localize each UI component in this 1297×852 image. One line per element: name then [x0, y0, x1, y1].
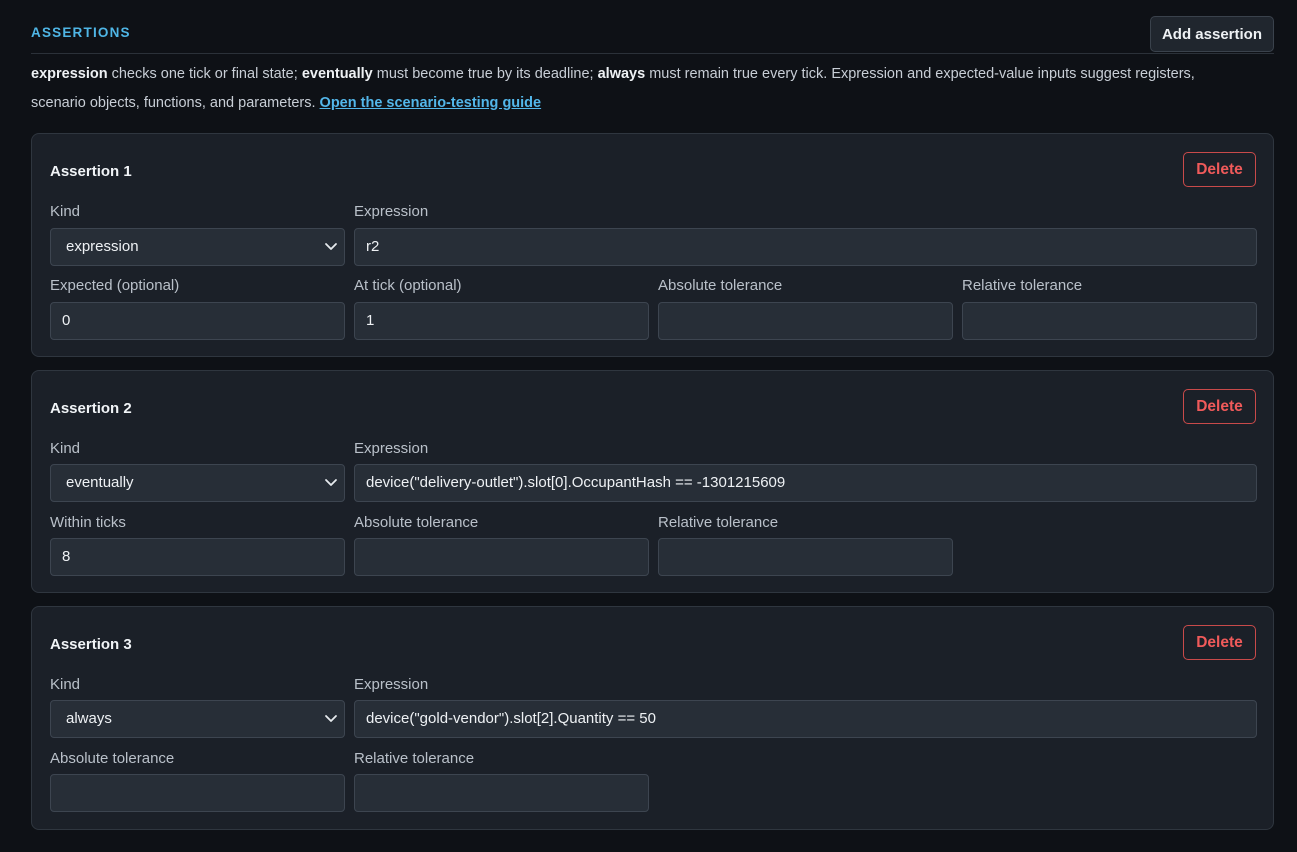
- at-tick-label: At tick (optional): [354, 277, 462, 294]
- absolute-tolerance-label: Absolute tolerance: [354, 514, 479, 531]
- expression-label: Expression: [354, 676, 429, 693]
- relative-tolerance-label: Relative tolerance: [354, 750, 475, 767]
- expression-input[interactable]: device("gold-vendor").slot[2].Quantity =…: [354, 700, 1257, 738]
- help-kind-always: always: [597, 66, 646, 82]
- section-header: ASSERTIONS Add assertion: [31, 16, 1274, 54]
- relative-tolerance-input[interactable]: [658, 538, 953, 576]
- within-ticks-label: Within ticks: [50, 514, 126, 531]
- help-kind-eventually: eventually: [301, 66, 373, 82]
- kind-value: expression: [66, 238, 139, 255]
- assertion-title: Assertion 2: [50, 400, 132, 417]
- delete-button[interactable]: Delete: [1183, 625, 1256, 660]
- help-text: expression checks one tick or final stat…: [31, 60, 1246, 117]
- help-kind-expression: expression: [31, 66, 108, 82]
- kind-select[interactable]: always: [50, 700, 345, 738]
- section-title: ASSERTIONS: [31, 25, 131, 40]
- kind-select[interactable]: expression: [50, 228, 345, 266]
- at-tick-input[interactable]: 1: [354, 302, 649, 340]
- relative-tolerance-label: Relative tolerance: [658, 514, 779, 531]
- relative-tolerance-label: Relative tolerance: [962, 277, 1083, 294]
- kind-select[interactable]: eventually: [50, 464, 345, 502]
- help-text-part: must become true by its deadline;: [372, 66, 598, 82]
- chevron-down-icon: [325, 479, 337, 486]
- chevron-down-icon: [325, 715, 337, 722]
- absolute-tolerance-input[interactable]: [354, 538, 649, 576]
- expression-label: Expression: [354, 203, 429, 220]
- kind-label: Kind: [50, 676, 81, 693]
- scenario-testing-guide-link[interactable]: Open the scenario-testing guide: [320, 95, 542, 111]
- add-assertion-button[interactable]: Add assertion: [1149, 16, 1274, 52]
- absolute-tolerance-input[interactable]: [50, 774, 345, 812]
- delete-button[interactable]: Delete: [1183, 152, 1256, 187]
- kind-value: eventually: [66, 474, 134, 491]
- absolute-tolerance-label: Absolute tolerance: [50, 750, 175, 767]
- assertions-panel: ASSERTIONS Add assertion expression chec…: [0, 0, 1297, 852]
- expression-label: Expression: [354, 440, 429, 457]
- assertion-title: Assertion 1: [50, 163, 132, 180]
- kind-label: Kind: [50, 440, 81, 457]
- expression-input[interactable]: r2: [354, 228, 1257, 266]
- assertion-card: Assertion 3 Delete Kind always Expressio…: [31, 606, 1274, 830]
- expression-input[interactable]: device("delivery-outlet").slot[0].Occupa…: [354, 464, 1257, 502]
- within-ticks-input[interactable]: 8: [50, 538, 345, 576]
- absolute-tolerance-input[interactable]: [658, 302, 953, 340]
- delete-button[interactable]: Delete: [1183, 389, 1256, 424]
- absolute-tolerance-label: Absolute tolerance: [658, 277, 783, 294]
- assertion-title: Assertion 3: [50, 636, 132, 653]
- relative-tolerance-input[interactable]: [962, 302, 1257, 340]
- assertion-card: Assertion 2 Delete Kind eventually Expre…: [31, 370, 1274, 593]
- expected-input[interactable]: 0: [50, 302, 345, 340]
- kind-label: Kind: [50, 203, 81, 220]
- chevron-down-icon: [325, 243, 337, 250]
- expected-label: Expected (optional): [50, 277, 180, 294]
- kind-value: always: [66, 710, 112, 727]
- relative-tolerance-input[interactable]: [354, 774, 649, 812]
- assertion-card: Assertion 1 Delete Kind expression Expre…: [31, 133, 1274, 357]
- help-text-part: checks one tick or final state;: [107, 66, 302, 82]
